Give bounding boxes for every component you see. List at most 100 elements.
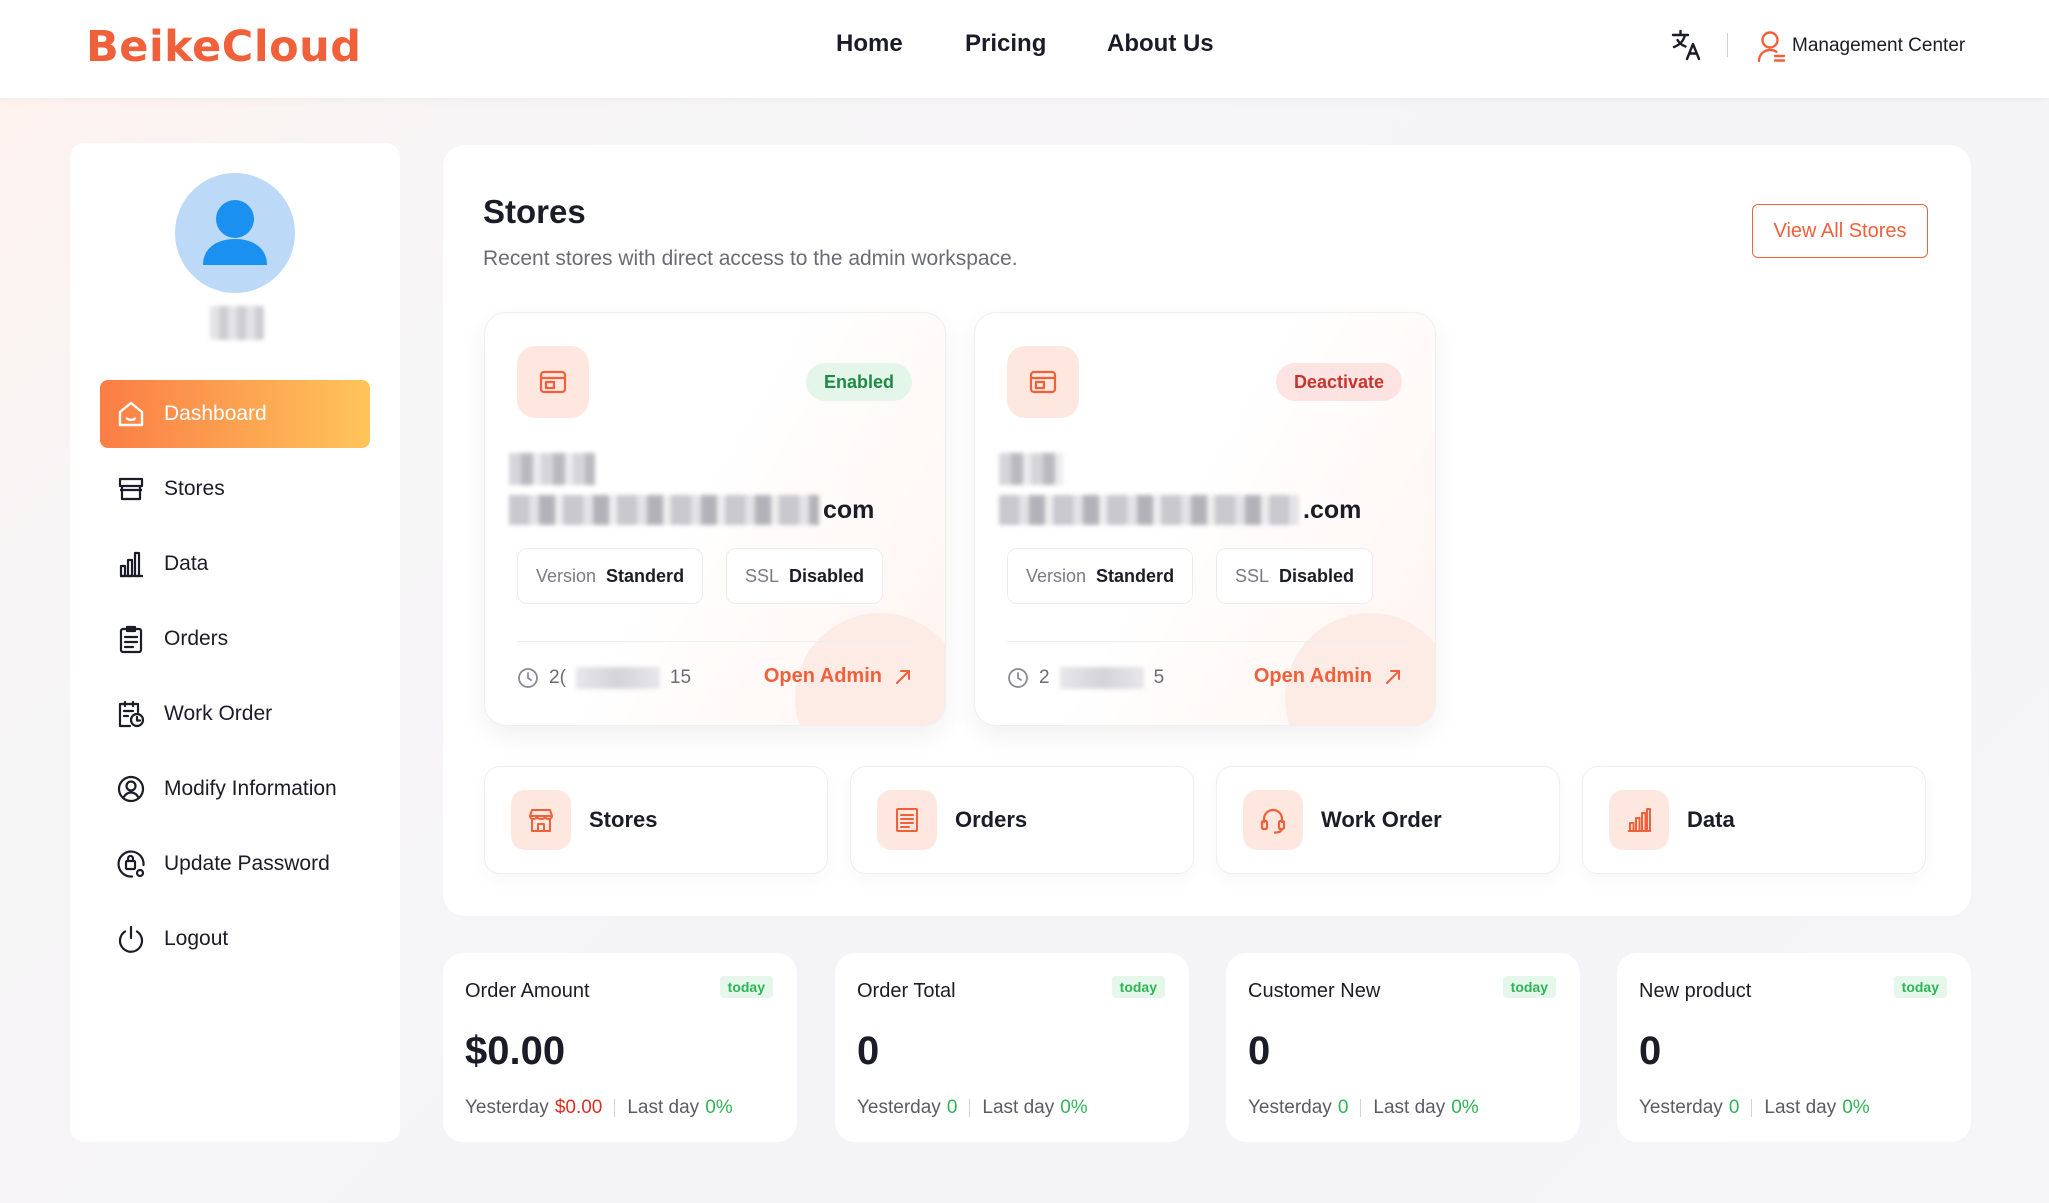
account-icon	[116, 774, 146, 804]
lock-settings-icon	[116, 849, 146, 879]
stat-title: Order Amount	[465, 980, 590, 1002]
stat-footer: Yesterday $0.00 Last day 0%	[465, 1097, 733, 1119]
open-admin-label: Open Admin	[1253, 665, 1372, 687]
brand-logo[interactable]: BeikeCloud	[86, 22, 362, 72]
sidebar-item-logout[interactable]: Logout	[100, 905, 370, 973]
sidebar-item-label: Work Order	[164, 702, 273, 725]
arrow-up-right-icon	[896, 669, 910, 684]
sidebar-item-work-order[interactable]: Work Order	[100, 680, 370, 748]
card-divider	[1007, 641, 1407, 642]
stores-panel: Stores Recent stores with direct access …	[443, 145, 1971, 916]
date-prefix: 2	[1039, 667, 1050, 688]
date-suffix: 15	[669, 667, 692, 688]
ssl-value: Disabled	[789, 565, 865, 586]
store-card: Deactivate .com Version Standerd SSL Dis…	[974, 312, 1436, 726]
management-center-link[interactable]: Management Center	[1756, 28, 1965, 64]
date-prefix: 2(	[549, 667, 566, 688]
version-value: Standerd	[1096, 565, 1175, 586]
yesterday-value: 0	[1337, 1097, 1349, 1118]
stat-value: 0	[1248, 1029, 1271, 1073]
power-icon	[116, 924, 146, 954]
bar-chart-icon	[1609, 790, 1669, 850]
quick-link-label: Orders	[955, 807, 1028, 832]
stat-value: $0.00	[465, 1029, 566, 1073]
lastday-label: Last day	[1373, 1097, 1446, 1118]
sidebar-item-data[interactable]: Data	[100, 530, 370, 598]
yesterday-label: Yesterday	[1639, 1097, 1723, 1118]
view-all-stores-button[interactable]: View All Stores	[1752, 204, 1928, 258]
yesterday-value: $0.00	[554, 1097, 603, 1118]
stat-footer: Yesterday 0 Last day 0%	[1639, 1097, 1870, 1119]
today-badge: today	[719, 976, 773, 998]
top-header: BeikeCloud Home Pricing About Us Managem…	[0, 0, 2049, 98]
page-subtitle: Recent stores with direct access to the …	[483, 247, 1018, 270]
date-redacted	[575, 667, 660, 689]
domain-redacted	[509, 453, 595, 485]
quick-link-label: Data	[1687, 807, 1735, 832]
quick-link-label: Stores	[589, 807, 658, 832]
stat-title: Order Total	[857, 980, 956, 1002]
browser-window-icon	[1007, 346, 1079, 418]
yesterday-label: Yesterday	[857, 1097, 941, 1118]
store-domain[interactable]: .com	[999, 490, 1361, 530]
date-suffix: 5	[1153, 667, 1165, 688]
clock-icon	[518, 668, 538, 688]
receipt-icon	[877, 790, 937, 850]
stat-separator	[1751, 1099, 1753, 1117]
yesterday-label: Yesterday	[1248, 1097, 1332, 1118]
card-divider	[517, 641, 917, 642]
quick-link-work-order[interactable]: Work Order	[1216, 766, 1560, 874]
sidebar-item-label: Orders	[164, 627, 229, 650]
avatar[interactable]	[175, 173, 295, 293]
sidebar-menu: Dashboard Stores Data Orders Work Order …	[100, 380, 370, 980]
quick-link-orders[interactable]: Orders	[850, 766, 1194, 874]
status-badge: Deactivate	[1275, 363, 1402, 401]
store-date: 2( 15	[517, 667, 691, 689]
quick-link-label: Work Order	[1321, 807, 1442, 832]
header-divider	[1727, 33, 1728, 57]
stat-card-customer-new: Customer New today 0 Yesterday 0 Last da…	[1226, 953, 1580, 1142]
date-redacted	[1059, 667, 1144, 689]
status-badge: Enabled	[805, 363, 912, 401]
stat-footer: Yesterday 0 Last day 0%	[857, 1097, 1088, 1119]
domain-redacted	[509, 495, 819, 525]
store-domain[interactable]: com	[509, 490, 874, 530]
stat-separator	[969, 1099, 971, 1117]
store-icon	[116, 474, 146, 504]
ssl-label: SSL	[1235, 565, 1270, 586]
open-admin-link[interactable]: Open Admin	[1254, 665, 1402, 688]
lastday-label: Last day	[1764, 1097, 1837, 1118]
domain-redacted	[999, 495, 1299, 525]
nav-pricing[interactable]: Pricing	[965, 30, 1046, 58]
yesterday-label: Yesterday	[465, 1097, 549, 1118]
clipboard-icon	[116, 624, 146, 654]
open-admin-link[interactable]: Open Admin	[764, 665, 912, 688]
ssl-pill: SSL Disabled	[726, 548, 884, 604]
sidebar-item-modify-information[interactable]: Modify Information	[100, 755, 370, 823]
sidebar-item-orders[interactable]: Orders	[100, 605, 370, 673]
yesterday-value: 0	[946, 1097, 958, 1118]
quick-link-stores[interactable]: Stores	[484, 766, 828, 874]
shop-icon	[511, 790, 571, 850]
stat-value: 0	[1639, 1029, 1662, 1073]
version-label: Version	[536, 565, 597, 586]
lastday-value: 0%	[1451, 1097, 1479, 1118]
arrow-up-right-icon	[1386, 669, 1400, 684]
sidebar-item-label: Dashboard	[164, 402, 267, 425]
sidebar-item-update-password[interactable]: Update Password	[100, 830, 370, 898]
ssl-label: SSL	[745, 565, 780, 586]
home-icon	[116, 399, 146, 429]
store-card: Enabled com Version Standerd SSL Disable…	[484, 312, 946, 726]
sidebar: Dashboard Stores Data Orders Work Order …	[70, 143, 400, 1142]
domain-suffix: com	[823, 495, 875, 524]
sidebar-item-stores[interactable]: Stores	[100, 455, 370, 523]
version-pill: Version Standerd	[1007, 548, 1194, 604]
stat-title: New product	[1639, 980, 1752, 1002]
nav-home[interactable]: Home	[836, 30, 903, 58]
today-badge: today	[1111, 976, 1165, 998]
translate-icon[interactable]	[1670, 28, 1704, 62]
sidebar-item-dashboard[interactable]: Dashboard	[100, 380, 370, 448]
nav-about[interactable]: About Us	[1107, 30, 1214, 58]
quick-link-data[interactable]: Data	[1582, 766, 1926, 874]
sidebar-item-label: Update Password	[164, 852, 330, 875]
